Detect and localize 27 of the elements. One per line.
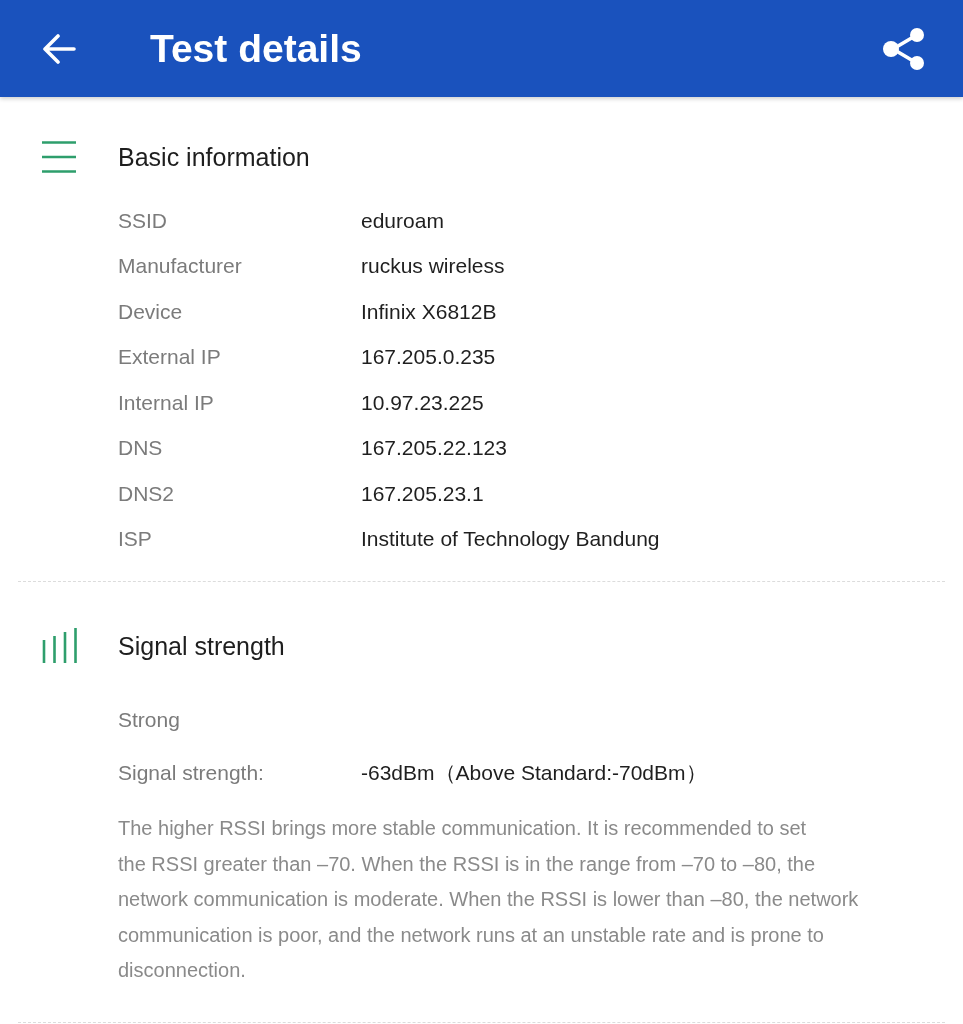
field-label: Device xyxy=(118,299,184,324)
field-value: ruckus wireless xyxy=(361,254,505,279)
field-label: ISP xyxy=(118,527,153,552)
page-title: Test details xyxy=(150,26,363,71)
field-value: 10.97.23.225 xyxy=(361,390,484,415)
three-lines-icon xyxy=(42,141,76,173)
field-label: DNS2 xyxy=(118,481,176,506)
field-label: Signal strength: xyxy=(118,761,265,785)
field-value: 167.205.22.123 xyxy=(361,436,507,461)
share-icon[interactable] xyxy=(883,27,925,70)
signal-rating: Strong xyxy=(118,707,181,733)
field-value: Institute of Technology Bandung xyxy=(361,527,660,552)
field-value: 167.205.23.1 xyxy=(361,481,484,506)
field-label: External IP xyxy=(118,345,222,370)
field-value: 167.205.0.235 xyxy=(361,345,496,370)
field-label: Internal IP xyxy=(118,390,215,415)
field-value: eduroam xyxy=(361,208,444,233)
section-title: Signal strength xyxy=(118,631,285,661)
field-label: DNS xyxy=(118,436,164,461)
section-title: Basic information xyxy=(118,142,310,172)
field-label: Manufacturer xyxy=(118,254,243,279)
signal-description: The higher RSSI brings more stable communication. It is recommended to set the RSSI greater than –70. When the RSSI is in the range from –70 to –80, the network communication is moderate. When the RSSI is lower than –80, the network communication is poor, and the network runs at an unstable rate and is prone to disconnection. xyxy=(118,816,860,983)
field-value: -63dBm（Above Standard:-70dBm） xyxy=(361,760,707,786)
field-value: Infinix X6812B xyxy=(361,299,497,324)
back-arrow-icon[interactable] xyxy=(42,33,76,64)
field-label: SSID xyxy=(118,208,168,233)
signal-bars-icon xyxy=(42,628,78,664)
